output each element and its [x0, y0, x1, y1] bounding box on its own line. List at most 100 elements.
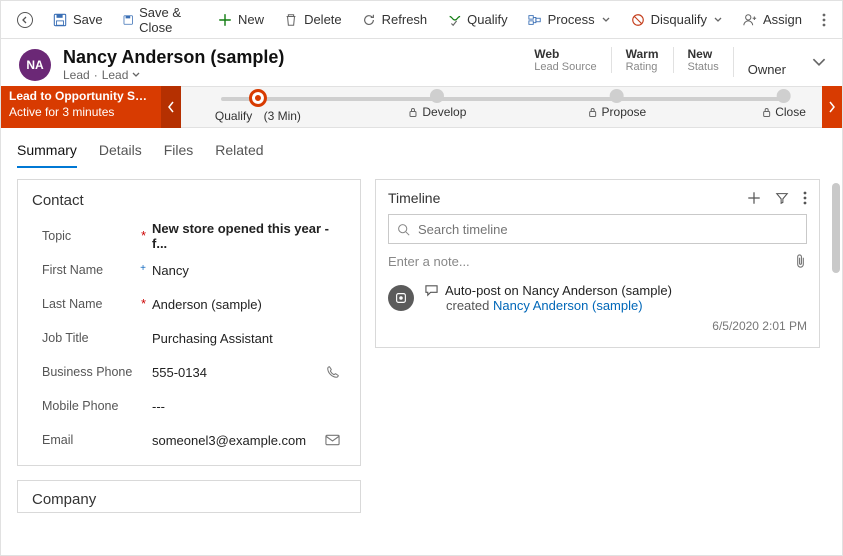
header-field-status[interactable]: New Status: [673, 47, 733, 73]
bpf-next-button[interactable]: [822, 86, 842, 128]
timeline-section: Timeline Enter a note...: [375, 179, 820, 348]
more-vertical-icon: [822, 13, 826, 27]
contact-section: Contact Topic New store opened this year…: [17, 179, 361, 466]
hf-value: New: [688, 47, 719, 61]
record-header: NA Nancy Anderson (sample) Lead · Lead W…: [1, 39, 842, 86]
hf-value: Warm: [626, 47, 659, 61]
scrollbar[interactable]: [832, 183, 840, 273]
chevron-down-icon: [812, 55, 826, 69]
process-icon: [528, 13, 542, 27]
field-label: Email: [32, 433, 152, 447]
disqualify-icon: [631, 13, 645, 27]
record-title: Nancy Anderson (sample): [63, 47, 284, 68]
timeline-item-title: Auto-post on Nancy Anderson (sample): [445, 283, 672, 298]
section-title: Company: [32, 491, 346, 508]
chevron-down-icon: [713, 15, 723, 25]
bpf-stage-qualify[interactable]: Qualify (3 Min): [215, 89, 301, 123]
hf-label: Lead Source: [534, 61, 596, 73]
timeline-item-action: created: [446, 298, 493, 313]
attachment-button[interactable]: [794, 254, 807, 269]
timeline-filter-button[interactable]: [775, 191, 789, 205]
bpf-flag[interactable]: Lead to Opportunity Sale... Active for 3…: [1, 86, 161, 128]
field-value: Purchasing Assistant: [152, 331, 346, 346]
timeline-add-button[interactable]: [747, 191, 761, 205]
field-email[interactable]: Email someonel3@example.com: [32, 423, 346, 457]
tab-details[interactable]: Details: [99, 136, 142, 168]
bpf-prev-button[interactable]: [161, 86, 181, 128]
timeline-search-input[interactable]: [416, 221, 798, 238]
email-icon[interactable]: [325, 434, 340, 446]
field-mobile-phone[interactable]: Mobile Phone ---: [32, 389, 346, 423]
field-last-name[interactable]: Last Name Anderson (sample): [32, 287, 346, 321]
save-icon: [53, 13, 67, 27]
avatar: NA: [19, 49, 51, 81]
field-value: Anderson (sample): [152, 297, 346, 312]
delete-button[interactable]: Delete: [276, 8, 350, 31]
field-label: Topic: [32, 229, 152, 243]
bpf-duration: Active for 3 minutes: [9, 105, 153, 121]
plus-icon: [218, 13, 232, 27]
process-button[interactable]: Process: [520, 8, 619, 31]
tab-related[interactable]: Related: [215, 136, 263, 168]
cmd-label: Save & Close: [139, 5, 198, 35]
chevron-left-icon: [167, 101, 175, 113]
save-close-icon: [123, 13, 133, 27]
tab-summary[interactable]: Summary: [17, 136, 77, 168]
form-tabs: Summary Details Files Related: [1, 128, 842, 169]
bpf-stage-propose[interactable]: Propose: [588, 89, 647, 119]
stage-label: Qualify: [215, 109, 252, 123]
avatar-initials: NA: [26, 58, 43, 72]
disqualify-button[interactable]: Disqualify: [623, 8, 731, 31]
overflow-button[interactable]: [814, 9, 834, 31]
field-business-phone[interactable]: Business Phone 555-0134: [32, 355, 346, 389]
refresh-button[interactable]: Refresh: [354, 8, 436, 31]
cmd-label: Refresh: [382, 12, 428, 27]
timeline-item-link[interactable]: Nancy Anderson (sample): [493, 298, 643, 313]
save-button[interactable]: Save: [45, 8, 111, 31]
header-field-rating[interactable]: Warm Rating: [611, 47, 673, 73]
field-topic[interactable]: Topic New store opened this year - f...: [32, 219, 346, 253]
stage-label: Close: [775, 105, 806, 119]
filter-icon: [775, 191, 789, 205]
cmd-label: New: [238, 12, 264, 27]
assign-button[interactable]: Assign: [735, 8, 810, 31]
field-first-name[interactable]: First Name Nancy: [32, 253, 346, 287]
section-title: Contact: [32, 192, 346, 209]
field-value: 555-0134: [152, 365, 207, 380]
plus-icon: [747, 191, 761, 205]
entity-label: Lead: [63, 68, 90, 82]
hf-value: Web: [534, 47, 596, 61]
form-selector[interactable]: Lead: [102, 68, 142, 82]
qualify-button[interactable]: Qualify: [439, 8, 515, 31]
bpf-stage-close[interactable]: Close: [761, 89, 806, 119]
company-section: Company: [17, 480, 361, 513]
back-icon: [17, 12, 33, 28]
back-button[interactable]: [9, 8, 41, 32]
header-field-lead-source[interactable]: Web Lead Source: [520, 47, 610, 73]
save-close-button[interactable]: Save & Close: [115, 1, 206, 39]
field-value: ---: [152, 399, 346, 414]
cmd-label: Process: [548, 12, 595, 27]
field-value: New store opened this year - f...: [152, 221, 346, 251]
timeline-search[interactable]: [388, 214, 807, 244]
header-fields: Web Lead Source Warm Rating New Status O…: [520, 47, 830, 77]
new-button[interactable]: New: [210, 8, 272, 31]
search-icon: [397, 223, 410, 236]
stage-label: Develop: [422, 105, 466, 119]
phone-icon[interactable]: [326, 365, 340, 379]
field-label: Business Phone: [32, 365, 152, 379]
field-label: Job Title: [32, 331, 152, 345]
cmd-label: Save: [73, 12, 103, 27]
lock-icon: [408, 107, 418, 117]
timeline-more-button[interactable]: [803, 191, 807, 205]
header-expand-button[interactable]: [812, 55, 826, 69]
timeline-item[interactable]: Auto-post on Nancy Anderson (sample) cre…: [388, 283, 807, 333]
refresh-icon: [362, 13, 376, 27]
timeline-note-input[interactable]: Enter a note...: [388, 254, 807, 269]
header-field-owner[interactable]: Owner: [733, 47, 800, 77]
tab-files[interactable]: Files: [164, 136, 194, 168]
field-job-title[interactable]: Job Title Purchasing Assistant: [32, 321, 346, 355]
bpf-stage-develop[interactable]: Develop: [408, 89, 466, 119]
assign-icon: [743, 13, 757, 27]
field-value: someonel3@example.com: [152, 433, 306, 448]
